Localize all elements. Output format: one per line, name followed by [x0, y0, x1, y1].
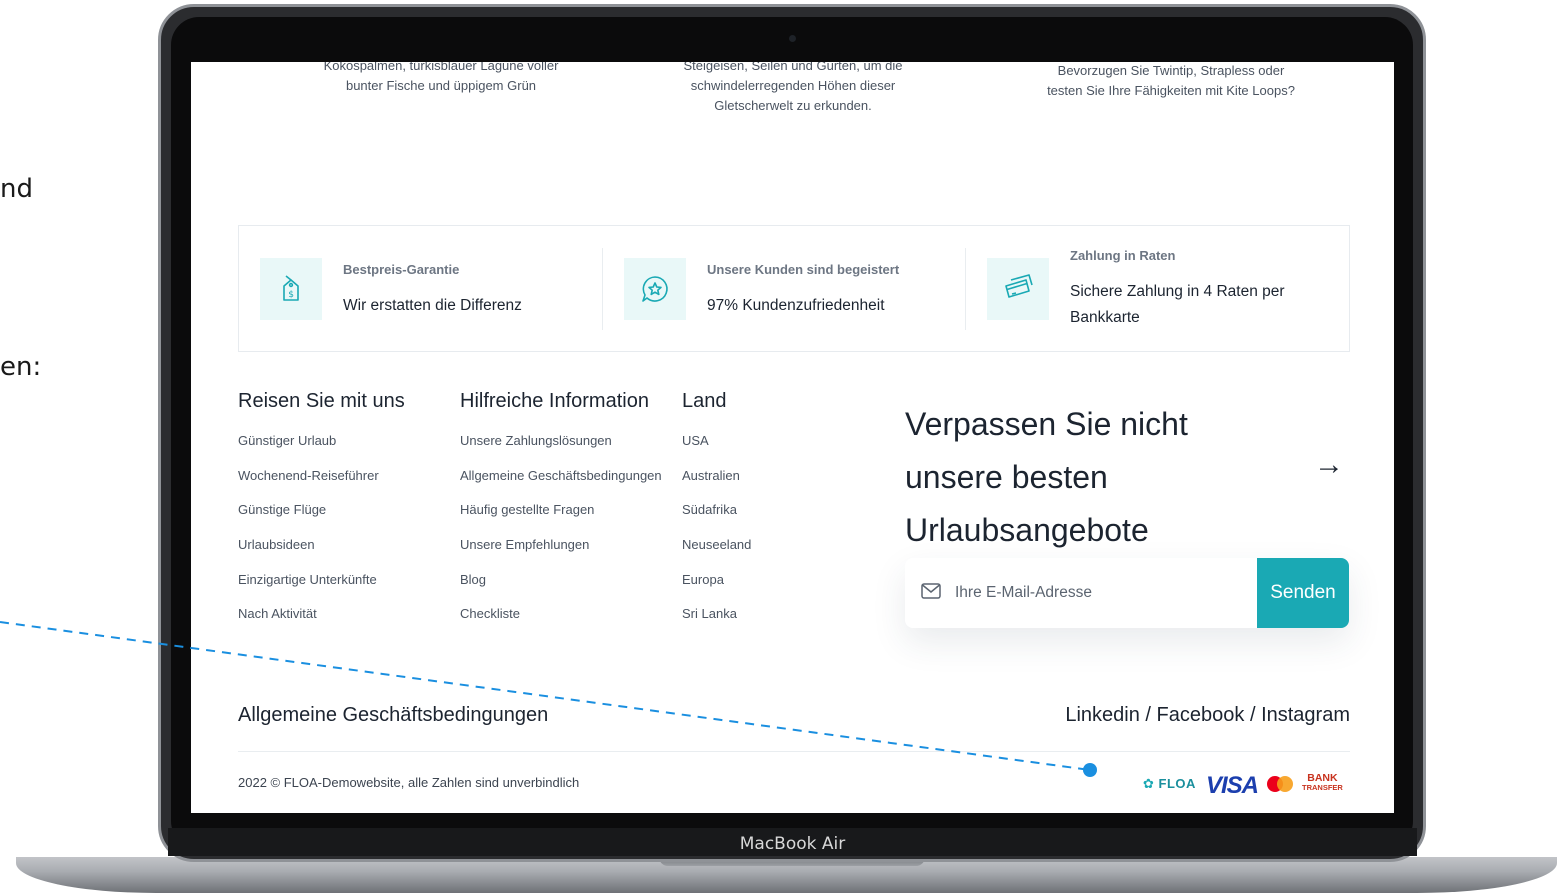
annotation-dashed-line: [0, 621, 1091, 771]
annotation-dot: [1083, 763, 1097, 777]
